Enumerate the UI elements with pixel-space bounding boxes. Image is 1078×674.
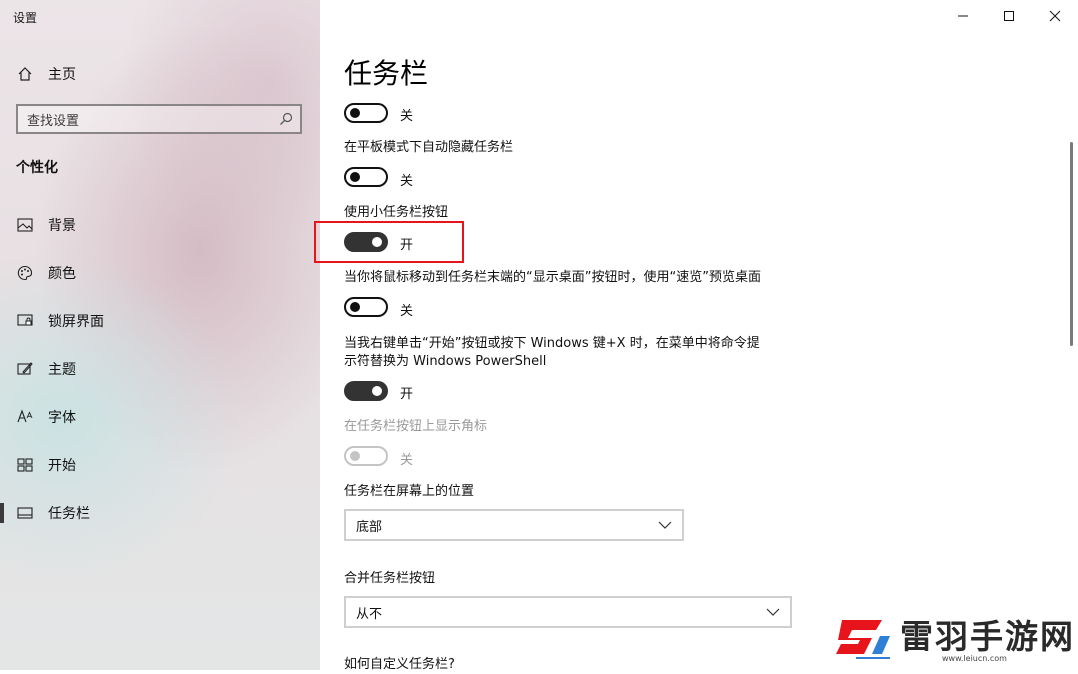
- toggle-knob: [350, 108, 360, 118]
- start-icon: [16, 456, 34, 474]
- setting-label-peek: 当你将鼠标移动到任务栏末端的“显示桌面”按钮时，使用“速览”预览桌面: [344, 270, 761, 285]
- sidebar-item-label: 开始: [48, 458, 76, 474]
- toggle-knob: [350, 302, 360, 312]
- sidebar-item-start[interactable]: 开始: [0, 450, 320, 480]
- combine-label: 合并任务栏按钮: [344, 571, 436, 586]
- toggle-state: 关: [400, 174, 414, 189]
- picture-icon: [16, 216, 34, 234]
- position-label: 任务栏在屏幕上的位置: [344, 484, 475, 499]
- toggle-state: 关: [400, 453, 414, 468]
- sidebar-item-colors[interactable]: 颜色: [0, 258, 320, 288]
- scrollbar[interactable]: [1070, 142, 1073, 346]
- toggle-knob: [350, 172, 360, 182]
- home-label: 主页: [48, 67, 76, 83]
- sidebar-item-label: 颜色: [48, 266, 76, 282]
- chevron-down-icon: [658, 521, 672, 529]
- position-value: 底部: [356, 519, 383, 535]
- maximize-icon: [1004, 11, 1014, 21]
- toggle-lock-taskbar[interactable]: [344, 103, 388, 123]
- search-icon[interactable]: [279, 112, 293, 126]
- setting-label-powershell-line1: 当我右键单击“开始”按钮或按下 Windows 键+X 时，在菜单中将命令提: [344, 336, 760, 351]
- customize-taskbar-link[interactable]: 如何自定义任务栏?: [344, 656, 455, 674]
- lock-screen-icon: [16, 312, 34, 330]
- palette-icon: [16, 264, 34, 282]
- sidebar-item-fonts[interactable]: 字体: [0, 402, 320, 432]
- watermark-text: 雷羽手游网: [900, 617, 1075, 656]
- close-icon: [1049, 10, 1061, 22]
- toggle-peek[interactable]: [344, 297, 388, 317]
- toggle-auto-hide-tablet[interactable]: [344, 167, 388, 187]
- combine-value: 从不: [356, 606, 383, 622]
- combine-dropdown[interactable]: 从不: [344, 596, 792, 628]
- close-button[interactable]: [1032, 0, 1078, 32]
- page-title: 任务栏: [344, 57, 429, 90]
- toggle-state: 开: [400, 387, 414, 402]
- app-title: 设置: [13, 11, 38, 25]
- sidebar-item-taskbar[interactable]: 任务栏: [0, 498, 320, 528]
- section-title: 个性化: [16, 160, 58, 176]
- home-icon: [16, 65, 34, 83]
- sidebar-item-label: 背景: [48, 218, 76, 234]
- setting-label-badges: 在任务栏按钮上显示角标: [344, 419, 488, 434]
- minimize-icon: [958, 15, 968, 17]
- font-icon: [16, 408, 34, 426]
- taskbar-icon: [16, 504, 34, 522]
- sidebar: 设置 主页 查找设置 个性化 背景 颜色 锁屏界面 主题 字体 开始 任务栏: [0, 0, 320, 670]
- toggle-knob: [372, 386, 382, 396]
- chevron-down-icon: [766, 608, 780, 616]
- sidebar-item-label: 锁屏界面: [48, 314, 104, 330]
- toggle-badges: [344, 446, 388, 466]
- sidebar-item-background[interactable]: 背景: [0, 210, 320, 240]
- sidebar-item-label: 任务栏: [48, 506, 90, 522]
- maximize-button[interactable]: [986, 0, 1032, 32]
- setting-label-small-buttons: 使用小任务栏按钮: [344, 205, 449, 220]
- toggle-state: 关: [400, 109, 414, 124]
- toggle-knob: [350, 451, 360, 461]
- position-dropdown[interactable]: 底部: [344, 509, 684, 541]
- toggle-state: 关: [400, 304, 414, 319]
- search-placeholder: 查找设置: [27, 113, 80, 129]
- sidebar-item-themes[interactable]: 主题: [0, 354, 320, 384]
- search-input[interactable]: 查找设置: [16, 104, 302, 134]
- toggle-powershell[interactable]: [344, 381, 388, 401]
- highlight-box: [314, 221, 464, 263]
- setting-label-powershell-line2: 示符替换为 Windows PowerShell: [344, 354, 547, 369]
- sidebar-item-home[interactable]: 主页: [16, 63, 76, 85]
- theme-icon: [16, 360, 34, 378]
- sidebar-item-label: 字体: [48, 410, 76, 426]
- sidebar-item-label: 主题: [48, 362, 76, 378]
- watermark-url: www.leiucn.com: [942, 654, 1007, 663]
- setting-label-auto-hide-tablet: 在平板模式下自动隐藏任务栏: [344, 140, 514, 155]
- minimize-button[interactable]: [940, 0, 986, 32]
- sidebar-item-lockscreen[interactable]: 锁屏界面: [0, 306, 320, 336]
